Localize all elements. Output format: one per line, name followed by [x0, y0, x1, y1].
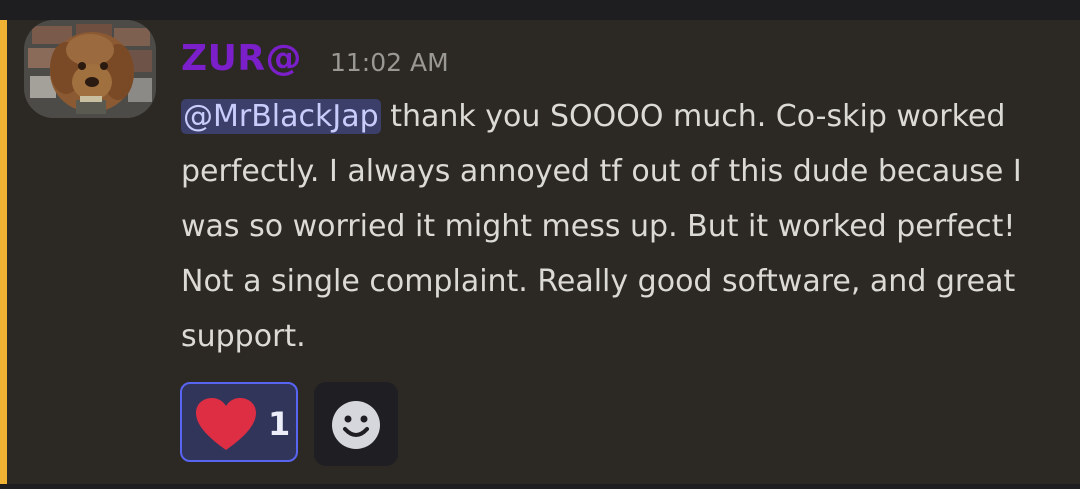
- bottom-divider: [0, 484, 1080, 489]
- author-name[interactable]: ZUR@: [181, 37, 302, 81]
- reaction-count: 1: [268, 405, 291, 443]
- avatar[interactable]: [24, 20, 156, 118]
- message-timestamp[interactable]: 11:02 AM: [330, 48, 449, 78]
- avatar-dog-image: [24, 20, 156, 118]
- user-mention[interactable]: @MrBlackJap: [181, 99, 381, 134]
- smiley-face-icon: [332, 401, 380, 449]
- chat-message: ZUR@ 11:02 AM @MrBlackJap thank you SOOO…: [0, 20, 1080, 484]
- heart-icon: [196, 398, 256, 450]
- add-reaction-button[interactable]: [314, 382, 398, 466]
- message-content: @MrBlackJap thank you SOOOO much. Co-ski…: [181, 89, 1061, 364]
- top-divider: [0, 0, 1080, 20]
- mention-highlight-bar: [0, 20, 7, 484]
- heart-reaction-button[interactable]: 1: [180, 382, 298, 462]
- message-text: thank you SOOOO much. Co-skip worked per…: [181, 99, 1022, 354]
